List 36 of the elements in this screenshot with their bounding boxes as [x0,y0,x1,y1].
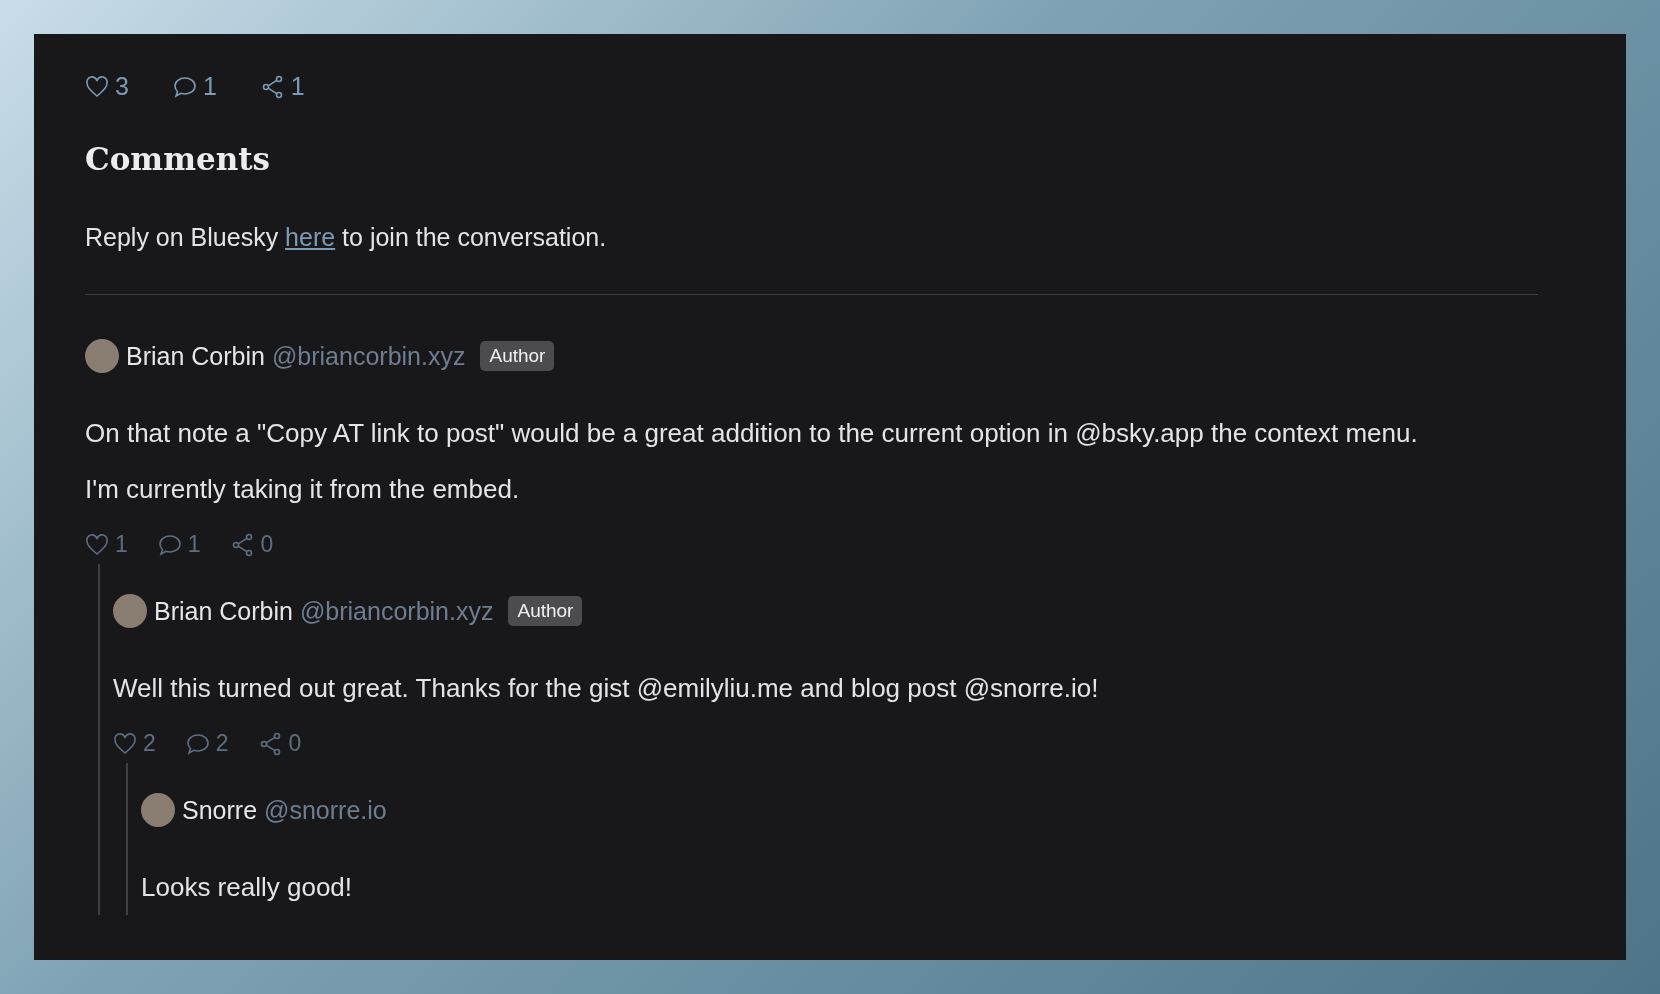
speech-bubble-icon [172,75,197,98]
avatar [113,594,147,628]
comment-text: I'm currently taking it from the embed. [85,473,521,506]
share-icon [230,532,255,557]
avatar [141,793,175,827]
heart-icon [113,732,137,755]
comments-heading: Comments [85,141,271,177]
share-icon [258,731,283,756]
avatar [85,339,119,373]
like-count: 2 [143,730,156,757]
reply-count: 1 [202,72,217,101]
heart-icon [85,533,109,556]
author-badge: Author [480,341,555,371]
repost-count: 0 [260,531,274,558]
repost-count: 1 [290,72,305,101]
reply-prompt: Reply on Bluesky here to join the conversation. [85,223,608,252]
author-handle[interactable]: @briancorbin.xyz [271,341,466,371]
author-name[interactable]: Brian Corbin [154,596,293,626]
speech-bubble-icon [157,533,182,556]
like-count: 3 [115,72,129,101]
speech-bubble-icon [185,732,210,755]
here-link[interactable]: here [285,223,336,251]
repost-count: 0 [288,730,302,757]
heart-icon [85,75,109,98]
comment-text: On that note a "Copy AT link to post" would be a great addition to the current option in @bsky.app the context menu. [85,417,1419,450]
author-badge: Author [508,596,583,626]
comment-text: Looks really good! [141,871,354,904]
author-name[interactable]: Brian Corbin [126,341,265,371]
author-name[interactable]: Snorre [182,795,258,825]
reply-count: 2 [215,730,229,757]
reply-count: 1 [187,531,201,558]
like-count: 1 [115,531,128,558]
comment-text: Well this turned out great. Thanks for the gist @emilyliu.me and blog post @snorre.io! [113,672,1100,705]
author-handle[interactable]: @snorre.io [264,795,387,825]
author-handle[interactable]: @briancorbin.xyz [299,596,494,626]
share-icon [260,74,285,99]
